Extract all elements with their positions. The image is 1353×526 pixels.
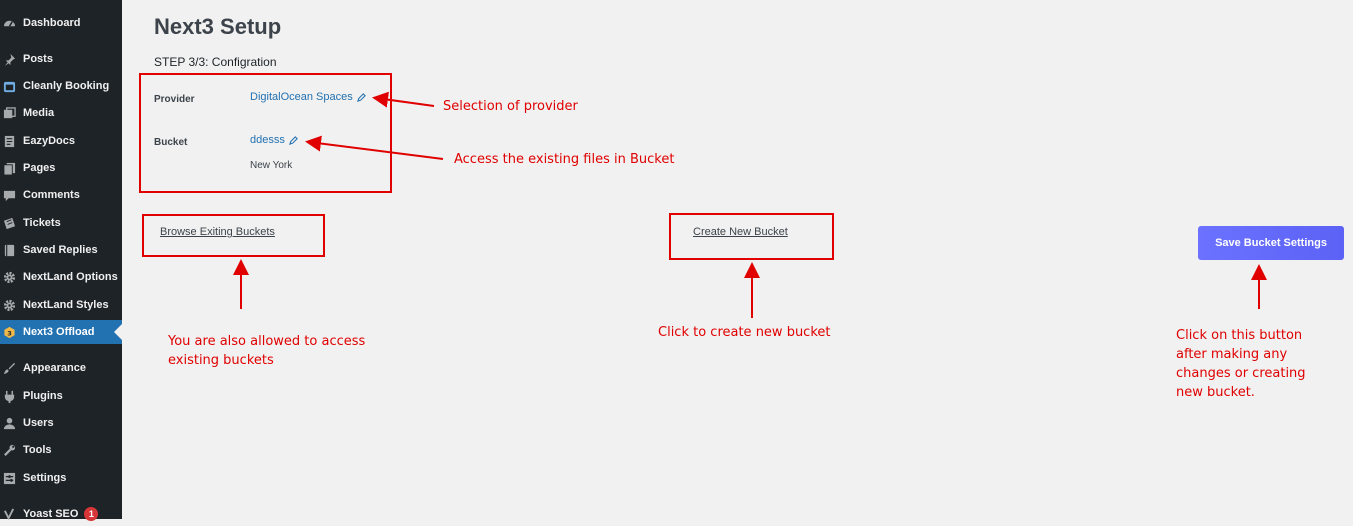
sidebar-item-saved-replies[interactable]: Saved Replies: [0, 238, 122, 262]
sidebar-item-label: Saved Replies: [23, 244, 98, 256]
save-note-line: new bucket.: [1176, 385, 1255, 400]
sidebar-item-label: Yoast SEO: [23, 508, 79, 520]
save-note-line: Click on this button: [1176, 328, 1303, 343]
sidebar-item-settings[interactable]: Settings: [0, 466, 122, 490]
settings-icon: [2, 471, 16, 485]
save-bucket-settings-button[interactable]: Save Bucket Settings: [1198, 226, 1344, 260]
step-label: STEP 3/3: Configration: [154, 55, 277, 69]
wrench-icon: [2, 443, 16, 457]
sidebar-item-label: Pages: [23, 162, 56, 174]
browse-note: You are also allowed to access existing …: [168, 332, 365, 370]
browse-note-line: existing buckets: [168, 353, 274, 368]
sidebar-item-posts[interactable]: Posts: [0, 47, 122, 71]
sidebar-item-label: Comments: [23, 189, 80, 201]
booking-icon: [2, 79, 16, 93]
bucket-note: Access the existing files in Bucket: [454, 152, 675, 167]
sidebar-item-label: NextLand Styles: [23, 299, 109, 311]
sidebar-item-label: EazyDocs: [23, 135, 75, 147]
docs-icon: [2, 134, 16, 148]
sidebar-item-label: Users: [23, 417, 54, 429]
provider-note: Selection of provider: [443, 99, 578, 114]
sidebar-item-yoast-seo[interactable]: Yoast SEO 1: [0, 502, 122, 526]
sidebar-item-label: Cleanly Booking: [23, 80, 110, 92]
sidebar-item-users[interactable]: Users: [0, 411, 122, 435]
comment-icon: [2, 188, 16, 202]
gear-icon: [2, 298, 16, 312]
sidebar-item-label: Settings: [23, 472, 67, 484]
page-title: Next3 Setup: [154, 14, 282, 39]
sidebar-item-label: Tickets: [23, 217, 61, 229]
svg-text:3: 3: [7, 329, 12, 337]
sidebar-item-appearance[interactable]: Appearance: [0, 356, 122, 380]
save-note-line: after making any: [1176, 347, 1288, 362]
sidebar-item-plugins[interactable]: Plugins: [0, 384, 122, 408]
sidebar-item-nextland-styles[interactable]: NextLand Styles: [0, 293, 122, 317]
sidebar-item-label: Plugins: [23, 390, 63, 402]
config-highlight-box: [139, 73, 392, 193]
plugin-icon: [2, 389, 16, 403]
save-note: Click on this button after making any ch…: [1176, 326, 1306, 402]
dashboard-icon: [2, 16, 16, 30]
user-icon: [2, 416, 16, 430]
pin-icon: [2, 52, 16, 66]
sidebar-item-pages[interactable]: Pages: [0, 156, 122, 180]
save-note-line: changes or creating: [1176, 366, 1306, 381]
sidebar-item-cleanly-booking[interactable]: Cleanly Booking: [0, 74, 122, 98]
sidebar-item-label: Appearance: [23, 362, 86, 374]
sidebar-item-nextland-options[interactable]: NextLand Options: [0, 265, 122, 289]
sidebar-item-label: Media: [23, 107, 55, 119]
book-icon: [2, 243, 16, 257]
sidebar-item-next3-offload[interactable]: 3 Next3 Offload: [0, 320, 122, 344]
pages-icon: [2, 161, 16, 175]
admin-sidebar: Dashboard Posts Cleanly Booking Media Ea…: [0, 0, 122, 521]
sidebar-item-tickets[interactable]: Tickets: [0, 211, 122, 235]
browse-highlight-box: [142, 214, 325, 257]
gear-icon: [2, 270, 16, 284]
browse-note-line: You are also allowed to access: [168, 334, 366, 349]
sidebar-item-label: Next3 Offload: [23, 326, 95, 338]
brush-icon: [2, 361, 16, 375]
create-note: Click to create new bucket: [658, 325, 831, 340]
create-highlight-box: [669, 213, 834, 260]
sidebar-item-label: Dashboard: [23, 17, 81, 29]
sidebar-item-dashboard[interactable]: Dashboard: [0, 11, 122, 35]
sidebar-item-eazydocs[interactable]: EazyDocs: [0, 129, 122, 153]
sidebar-item-comments[interactable]: Comments: [0, 183, 122, 207]
sidebar-item-label: Posts: [23, 53, 53, 65]
media-icon: [2, 106, 16, 120]
sidebar-item-label: Tools: [23, 444, 52, 456]
next3-logo-icon: 3: [2, 325, 16, 339]
sidebar-item-label: NextLand Options: [23, 271, 118, 283]
sidebar-item-tools[interactable]: Tools: [0, 438, 122, 462]
sidebar-item-media[interactable]: Media: [0, 101, 122, 125]
ticket-icon: [2, 216, 16, 230]
